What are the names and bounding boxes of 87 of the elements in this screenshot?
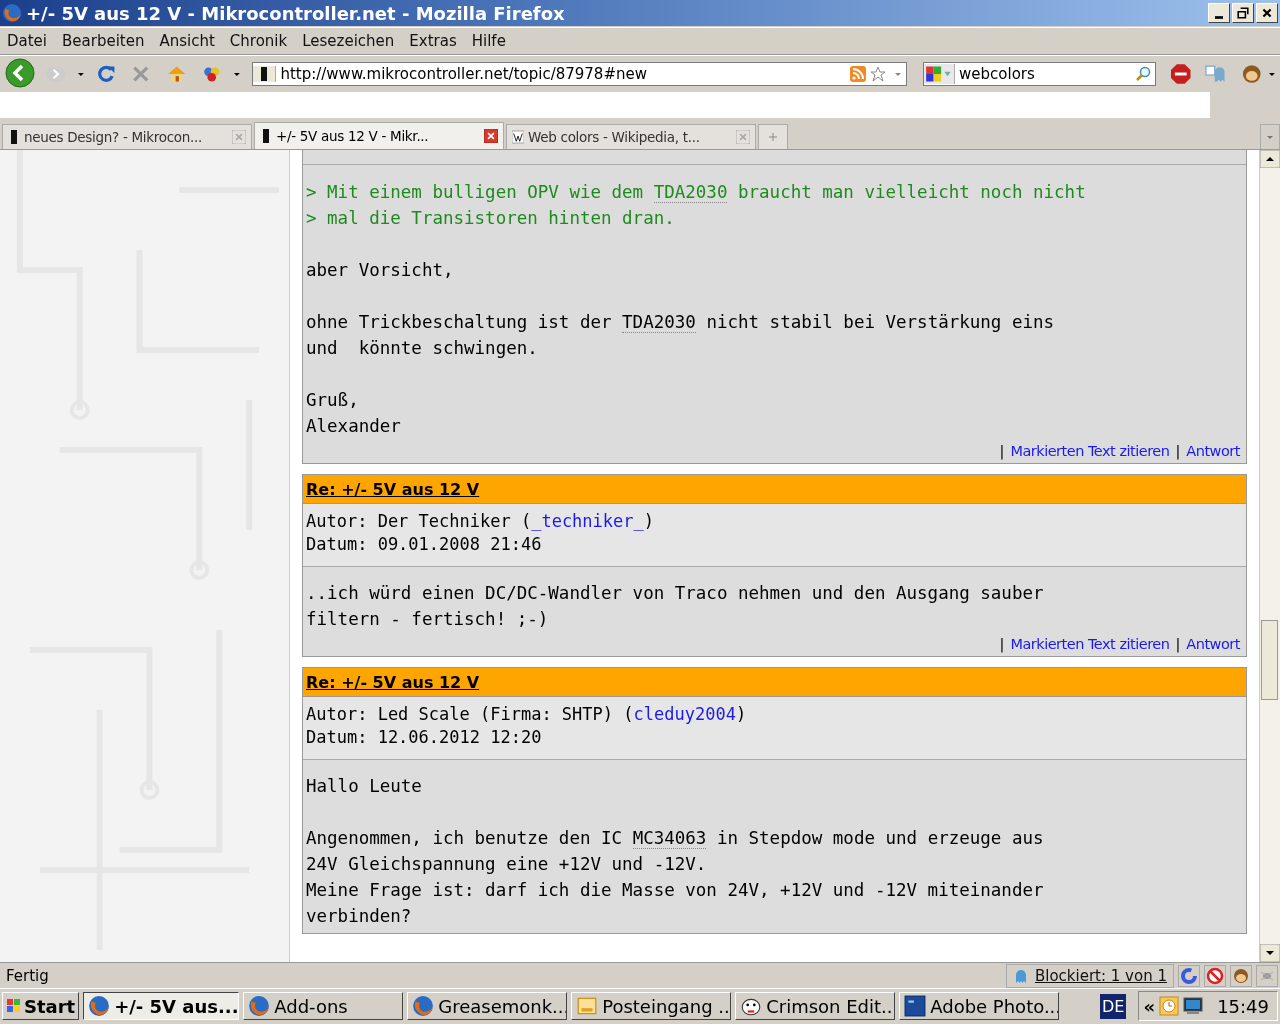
- post-text: ..ich würd einen DC/DC-Wandler von Traco nehmen und den Ausgang sauber: [306, 582, 1045, 605]
- browser-tab[interactable]: Web colors - Wikipedia, t...: [506, 124, 756, 149]
- separator: |: [999, 443, 1005, 459]
- menu-item[interactable]: Datei: [7, 32, 48, 50]
- language-indicator[interactable]: DE: [1100, 993, 1127, 1019]
- caret-icon: [1266, 133, 1274, 141]
- post-text: aber Vorsicht,: [306, 259, 455, 282]
- search-field[interactable]: webcolors: [923, 62, 1156, 86]
- post-action-link[interactable]: Antwort: [1186, 443, 1240, 459]
- search-engine-icon[interactable]: [924, 64, 956, 84]
- status-text: Fertig: [5, 966, 49, 985]
- ghost-icon[interactable]: [1205, 63, 1227, 85]
- post-title-link[interactable]: Re: +/- 5V aus 12 V: [306, 479, 480, 499]
- post-action-link[interactable]: Markierten Text zitieren: [1010, 443, 1170, 459]
- menu-item[interactable]: Hilfe: [471, 32, 506, 50]
- post-date: Datum: 12.06.2012 12:20: [306, 726, 543, 749]
- menu-item[interactable]: Extras: [409, 32, 457, 50]
- monkey-icon[interactable]: [1240, 63, 1263, 85]
- site-icon: [260, 129, 272, 143]
- clock: 15:49: [1217, 995, 1269, 1017]
- close-tab-icon[interactable]: [484, 129, 498, 143]
- menu-item[interactable]: Bearbeiten: [62, 32, 145, 50]
- scroll-up-icon[interactable]: [1260, 150, 1280, 168]
- post-title-link[interactable]: Re: +/- 5V aus 12 V: [306, 672, 480, 692]
- site-icon: [253, 66, 277, 82]
- close-button[interactable]: [1256, 3, 1278, 23]
- plus-icon: [768, 132, 778, 142]
- start-button[interactable]: Start: [2, 992, 80, 1020]
- browser-tab[interactable]: +/- 5V aus 12 V - Mikr...: [254, 122, 504, 149]
- c-letter-icon[interactable]: [1178, 964, 1200, 987]
- minimize-icon: [1215, 15, 1223, 19]
- monkey-icon[interactable]: [1230, 964, 1252, 987]
- window-title: +/- 5V aus 12 V - Mikrocontroller.net - Mozilla Firefox: [26, 2, 566, 24]
- scrollbar-thumb[interactable]: [1261, 620, 1278, 700]
- close-icon: [1261, 7, 1273, 19]
- post-text: verbinden?: [306, 905, 413, 928]
- address-field[interactable]: http://www.mikrocontroller.net/topic/87978#new: [252, 62, 908, 86]
- post-text: filtern - fertisch! ;-): [306, 608, 550, 631]
- taskbar-button[interactable]: Add-ons: [243, 992, 404, 1020]
- separator: |: [1175, 443, 1181, 459]
- post-author: Autor: Led Scale (Firma: SHTP) (cleduy2004): [306, 703, 748, 726]
- post-text: Meine Frage ist: darf ich die Masse von 24V, +12V und -12V miteinander: [306, 879, 1045, 902]
- caret-icon[interactable]: [232, 70, 241, 78]
- caret-icon[interactable]: [1268, 70, 1277, 78]
- post-text: Gruß,: [306, 389, 360, 412]
- search-icon[interactable]: [1134, 66, 1151, 82]
- quoted-text: > Mit einem bulligen OPV wie dem TDA2030 braucht man vielleicht noch nicht: [306, 181, 1087, 205]
- star-icon[interactable]: [870, 66, 887, 82]
- browser-tab[interactable]: neues Design? - Mikrocon...: [2, 124, 252, 149]
- restore-button[interactable]: [1232, 3, 1254, 23]
- no-symbol-icon[interactable]: [1204, 964, 1226, 987]
- rss-feed-icon[interactable]: [850, 66, 867, 82]
- caret-icon[interactable]: [76, 70, 85, 78]
- post-text: und könnte schwingen.: [306, 337, 539, 360]
- post-text: 24V Gleichspannung eine +12V und -12V.: [306, 853, 708, 876]
- menu-item[interactable]: Chronik: [229, 32, 288, 50]
- site-icon: [8, 130, 20, 144]
- post-action-link[interactable]: Antwort: [1186, 636, 1240, 652]
- menu-item[interactable]: Lesezeichen: [302, 32, 395, 50]
- taskbar-button[interactable]: Posteingang ...: [571, 992, 732, 1020]
- post-text: Angenommen, ich benutze den IC MC34063 in Stepdow mode und erzeuge aus: [306, 827, 1045, 851]
- post-author: Autor: Der Techniker (_techniker_): [306, 510, 655, 533]
- monitor-icon[interactable]: [1183, 996, 1204, 1016]
- quoted-text: > mal die Transistoren hinten dran.: [306, 207, 676, 230]
- stop-sign-icon[interactable]: [1169, 63, 1192, 85]
- back-button[interactable]: [4, 58, 36, 90]
- post-text: Hallo Leute: [306, 775, 423, 798]
- taskbar-button[interactable]: +/- 5V aus...: [83, 992, 240, 1020]
- scroll-down-icon[interactable]: [1260, 944, 1280, 962]
- separator: |: [1175, 636, 1181, 652]
- username-link[interactable]: _techniker_: [531, 511, 644, 531]
- inbox-icon: [576, 995, 599, 1017]
- separator: |: [999, 636, 1005, 652]
- username-link[interactable]: cleduy2004: [633, 704, 736, 724]
- minimize-button[interactable]: [1208, 3, 1230, 23]
- tray-expand-button[interactable]: «: [1143, 995, 1156, 1017]
- post-action-link[interactable]: Markierten Text zitieren: [1010, 636, 1170, 652]
- term-link[interactable]: MC34063: [632, 828, 707, 849]
- four-squares-icon: [6, 998, 22, 1014]
- scrollbar[interactable]: [1259, 150, 1280, 962]
- menu-item[interactable]: Ansicht: [159, 32, 215, 50]
- restore-icon: [1237, 7, 1249, 19]
- post-text: Alexander: [306, 415, 402, 438]
- post-date: Datum: 09.01.2008 21:46: [306, 533, 543, 556]
- taskbar-button[interactable]: Crimson Edit...: [735, 992, 896, 1020]
- term-link[interactable]: TDA2030: [622, 312, 696, 333]
- post-text: ohne Trickbeschaltung ist der TDA2030 nicht stabil bei Verstärkung eins: [306, 311, 1056, 335]
